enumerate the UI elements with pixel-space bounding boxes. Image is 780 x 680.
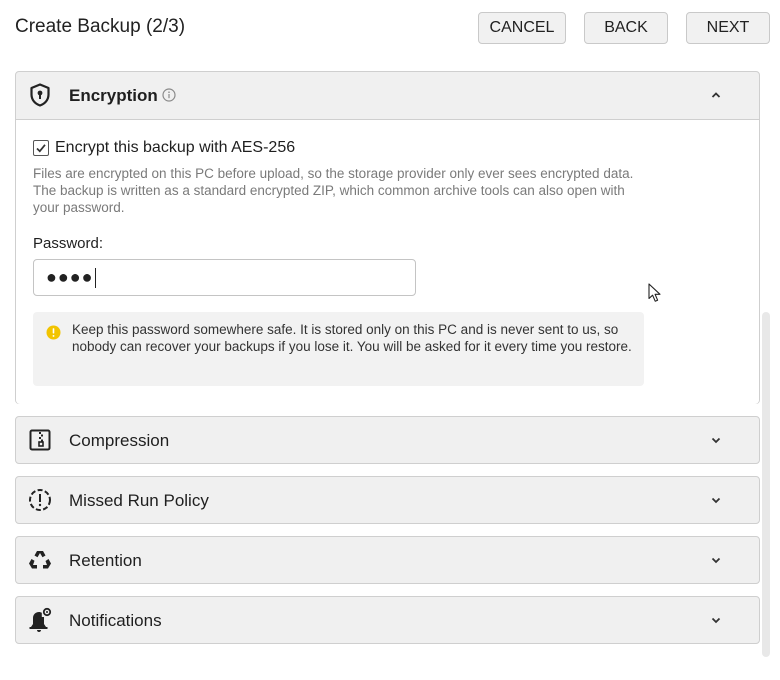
password-value: ●●●● <box>46 267 94 287</box>
back-button[interactable]: BACK <box>584 12 668 44</box>
compression-panel[interactable]: Compression <box>15 416 760 464</box>
compression-panel-header[interactable]: Compression <box>16 417 759 463</box>
encrypt-checkbox-label[interactable]: Encrypt this backup with AES-256 <box>55 139 295 157</box>
scrollbar-thumb[interactable] <box>762 312 770 657</box>
section-label: Compression <box>69 431 170 450</box>
encrypt-checkbox[interactable] <box>33 140 49 156</box>
warning-text: Keep this password somewhere safe. It is… <box>72 322 632 354</box>
header: Create Backup (2/3) CANCEL BACK NEXT <box>0 0 780 56</box>
password-label: Password: <box>33 235 104 252</box>
next-button[interactable]: NEXT <box>686 12 770 44</box>
zip-file-icon <box>28 428 52 452</box>
mouse-cursor-icon <box>648 283 662 303</box>
shield-icon <box>28 83 52 107</box>
chevron-down-icon[interactable] <box>709 433 723 447</box>
chevron-down-icon[interactable] <box>709 613 723 627</box>
encryption-panel-header[interactable]: Encryption <box>16 72 759 118</box>
notifications-panel[interactable]: Notifications <box>15 596 760 644</box>
password-input[interactable]: ●●●● <box>33 259 416 296</box>
encrypt-checkbox-row[interactable]: Encrypt this backup with AES-256 <box>33 139 295 157</box>
encryption-description: Files are encrypted on this PC before up… <box>33 166 634 215</box>
page-title: Create Backup (2/3) <box>15 16 186 37</box>
chevron-up-icon[interactable] <box>709 88 723 102</box>
encryption-title: Encryption <box>69 86 158 105</box>
cancel-button[interactable]: CANCEL <box>478 12 566 44</box>
missed-run-policy-panel[interactable]: Missed Run Policy <box>15 476 760 524</box>
info-icon[interactable] <box>162 88 176 102</box>
notifications-panel-header[interactable]: Notifications <box>16 597 759 643</box>
warning-icon <box>46 325 61 340</box>
section-label: Notifications <box>69 611 162 630</box>
section-label: Retention <box>69 551 142 570</box>
alert-circle-icon <box>28 488 52 512</box>
missed-run-policy-panel-header[interactable]: Missed Run Policy <box>16 477 759 523</box>
text-caret <box>94 267 96 288</box>
encryption-panel-body: Encrypt this backup with AES-256 Files a… <box>16 119 759 404</box>
section-label: Missed Run Policy <box>69 491 209 510</box>
password-warning: Keep this password somewhere safe. It is… <box>33 312 644 386</box>
retention-panel-header[interactable]: Retention <box>16 537 759 583</box>
retention-panel[interactable]: Retention <box>15 536 760 584</box>
bell-gear-icon <box>28 607 52 632</box>
recycle-icon <box>28 548 52 572</box>
chevron-down-icon[interactable] <box>709 493 723 507</box>
encryption-panel: Encryption Encrypt this backup with AES-… <box>15 71 760 404</box>
chevron-down-icon[interactable] <box>709 553 723 567</box>
